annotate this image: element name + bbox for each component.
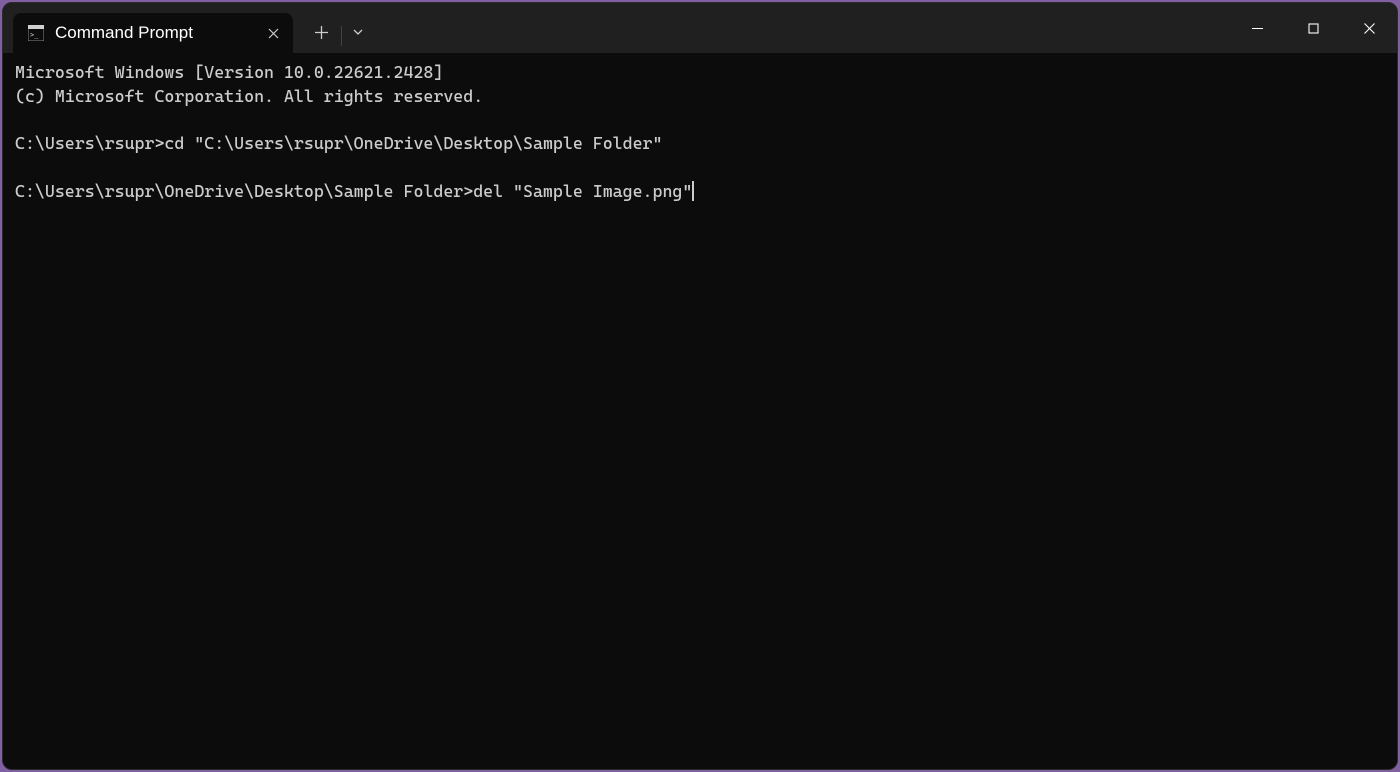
chevron-down-icon — [353, 29, 363, 35]
prompt: C:\Users\rsupr> — [15, 133, 164, 153]
text-cursor — [692, 181, 694, 201]
titlebar[interactable]: >_ Command Prompt — [3, 3, 1397, 53]
svg-text:>_: >_ — [30, 31, 39, 39]
banner-line: (c) Microsoft Corporation. All rights re… — [15, 85, 1385, 109]
command-line: C:\Users\rsupr\OneDrive\Desktop\Sample F… — [15, 180, 1385, 204]
close-window-button[interactable] — [1341, 3, 1397, 53]
maximize-icon — [1308, 23, 1319, 34]
minimize-icon — [1252, 23, 1263, 34]
close-icon — [268, 28, 279, 39]
command-text: del "Sample Image.png" — [473, 181, 692, 201]
command-text: cd "C:\Users\rsupr\OneDrive\Desktop\Samp… — [164, 133, 662, 153]
terminal-window: >_ Command Prompt — [2, 2, 1398, 770]
tab-title: Command Prompt — [55, 23, 251, 43]
tab-command-prompt[interactable]: >_ Command Prompt — [13, 13, 293, 53]
tab-dropdown-button[interactable] — [344, 15, 372, 49]
titlebar-drag-area[interactable] — [372, 3, 1229, 53]
minimize-button[interactable] — [1229, 3, 1285, 53]
blank-line — [15, 156, 1385, 180]
divider — [341, 26, 342, 46]
tab-close-button[interactable] — [261, 21, 285, 45]
command-line: C:\Users\rsupr>cd "C:\Users\rsupr\OneDri… — [15, 132, 1385, 156]
banner-line: Microsoft Windows [Version 10.0.22621.24… — [15, 61, 1385, 85]
blank-line — [15, 109, 1385, 133]
command-prompt-icon: >_ — [27, 24, 45, 42]
close-icon — [1364, 23, 1375, 34]
window-controls — [1229, 3, 1397, 53]
maximize-button[interactable] — [1285, 3, 1341, 53]
new-tab-button[interactable] — [303, 15, 339, 49]
prompt: C:\Users\rsupr\OneDrive\Desktop\Sample F… — [15, 181, 473, 201]
tab-actions — [293, 3, 372, 53]
terminal-output[interactable]: Microsoft Windows [Version 10.0.22621.24… — [3, 53, 1397, 769]
plus-icon — [315, 26, 328, 39]
